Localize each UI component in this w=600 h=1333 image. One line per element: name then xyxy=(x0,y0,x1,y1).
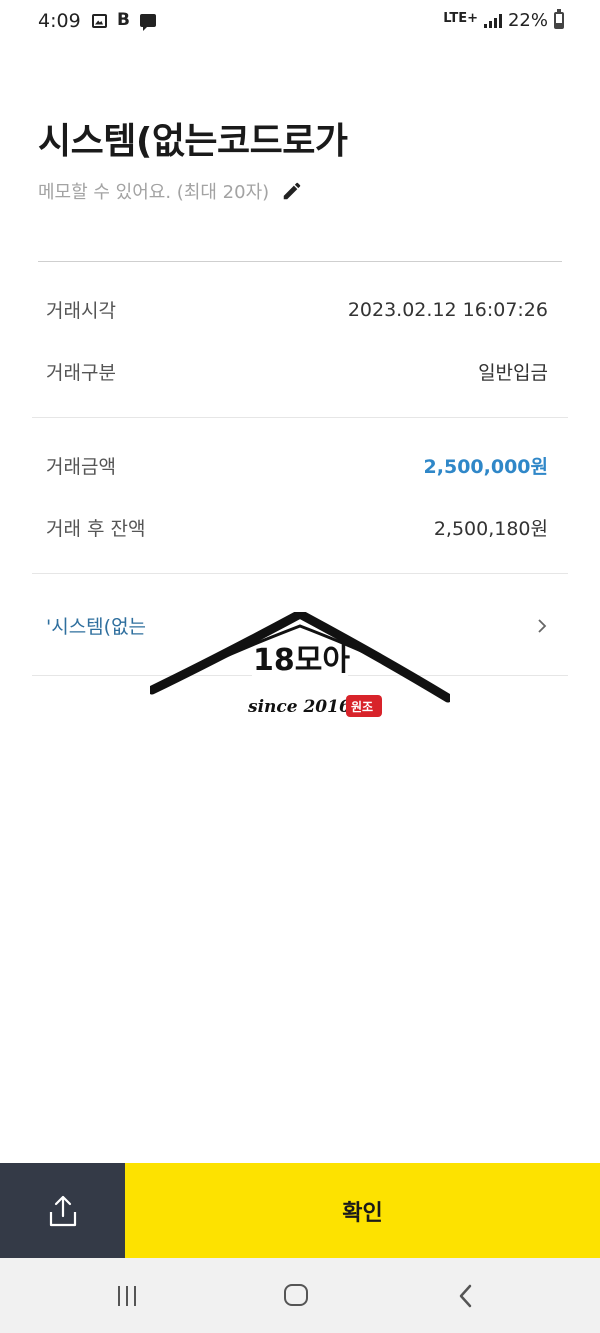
chevron-right-icon xyxy=(538,618,547,633)
memo-input[interactable]: 메모할 수 있어요. (최대 20자) xyxy=(38,178,303,204)
detail-value: 2,500,180원 xyxy=(433,518,548,540)
nav-recent-icon[interactable] xyxy=(118,1286,136,1306)
status-bar: 4:09 B LTE+ 22% xyxy=(0,0,600,44)
status-right: LTE+ 22% xyxy=(443,9,564,31)
sender-link-label: '시스템(없는 xyxy=(46,616,147,638)
battery-icon xyxy=(554,9,564,29)
system-nav-bar xyxy=(0,1258,600,1333)
memo-placeholder: 메모할 수 있어요. (최대 20자) xyxy=(38,182,270,203)
detail-label: 거래구분 xyxy=(46,362,116,384)
detail-label: 거래시각 xyxy=(46,300,116,322)
detail-row-type: 거래구분 일반입금 xyxy=(46,358,548,385)
detail-row-amount: 거래금액 2,500,000원 xyxy=(46,452,548,479)
section-divider xyxy=(32,417,568,418)
detail-value: 일반입금 xyxy=(478,362,548,384)
network-type: LTE+ xyxy=(443,11,478,26)
detail-label: 거래금액 xyxy=(46,456,116,478)
nav-home-icon[interactable] xyxy=(284,1284,308,1306)
amount-value: 2,500,000원 xyxy=(423,456,548,478)
detail-row-time: 거래시각 2023.02.12 16:07:26 xyxy=(46,296,548,323)
svg-text:원조: 원조 xyxy=(351,700,373,714)
header-divider xyxy=(38,261,562,262)
page-title: 시스템(없는코드로가 xyxy=(38,121,348,162)
notification-icons: B xyxy=(92,10,156,31)
share-icon xyxy=(49,1195,76,1226)
chat-icon xyxy=(139,14,156,31)
status-time: 4:09 xyxy=(38,10,81,32)
section-divider xyxy=(32,573,568,574)
detail-row-balance: 거래 후 잔액 2,500,180원 xyxy=(46,514,548,541)
svg-text:18모아: 18모아 xyxy=(253,643,350,678)
photo-icon xyxy=(92,13,107,28)
detail-value: 2023.02.12 16:07:26 xyxy=(347,298,548,321)
nav-back-icon[interactable] xyxy=(456,1284,476,1308)
confirm-button[interactable]: 확인 xyxy=(125,1163,600,1258)
detail-label: 거래 후 잔액 xyxy=(46,518,146,540)
bottom-action-bar: 확인 xyxy=(0,1163,600,1258)
signal-icon xyxy=(483,13,502,28)
pencil-icon[interactable] xyxy=(281,180,303,202)
b-icon: B xyxy=(117,10,130,30)
svg-text:since 2016: since 2016 xyxy=(247,697,351,717)
share-button[interactable] xyxy=(0,1163,125,1258)
battery-percent: 22% xyxy=(507,10,548,31)
watermark-logo: 18모아 since 2016 원조 xyxy=(147,608,453,722)
